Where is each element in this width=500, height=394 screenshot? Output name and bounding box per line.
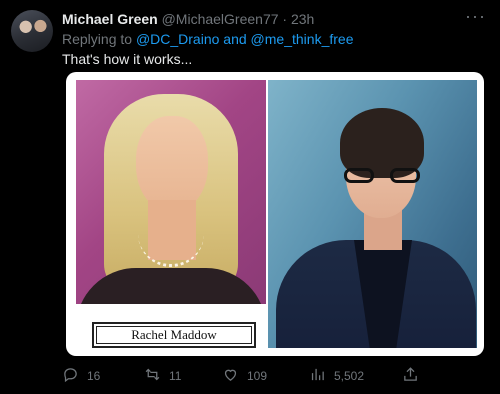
reply-mention-2[interactable]: @me_think_free: [251, 31, 354, 47]
author-name[interactable]: Michael Green: [62, 11, 158, 27]
retweet-button[interactable]: 11: [144, 366, 181, 386]
tweet-media[interactable]: Rachel Maddow: [66, 72, 484, 356]
tweet-header: Michael Green @MichaelGreen77 · 23h: [62, 11, 314, 27]
more-horizontal-icon[interactable]: ···: [465, 6, 486, 27]
avatar[interactable]: [11, 10, 53, 52]
reply-icon: [62, 366, 79, 386]
retweet-icon: [144, 366, 161, 386]
photo-glasses: [344, 168, 420, 184]
retweet-count: 11: [169, 369, 182, 383]
photo-face: [136, 116, 208, 212]
reply-and: and: [219, 31, 251, 47]
timestamp[interactable]: 23h: [291, 11, 314, 27]
views-count: 5,502: [334, 369, 365, 383]
reply-count: 16: [87, 369, 101, 383]
like-icon: [222, 366, 239, 386]
tweet-actions: 16 11 109 5,502: [62, 366, 482, 386]
reply-button[interactable]: 16: [62, 366, 100, 386]
like-button[interactable]: 109: [222, 366, 267, 386]
yearbook-photo: [76, 80, 266, 304]
like-count: 109: [247, 369, 268, 383]
share-button[interactable]: [402, 366, 419, 386]
replying-to: Replying to @DC_Draino and @me_think_fre…: [62, 31, 353, 47]
yearbook-caption: Rachel Maddow: [92, 322, 256, 348]
author-handle[interactable]: @MichaelGreen77: [162, 11, 279, 27]
photo-dress: [76, 268, 266, 304]
share-icon: [402, 366, 419, 386]
views-button[interactable]: 5,502: [309, 366, 364, 386]
views-icon: [309, 366, 326, 386]
portrait-photo: [268, 80, 477, 348]
tweet-text: That's how it works...: [62, 51, 193, 67]
tweet[interactable]: Michael Green @MichaelGreen77 · 23h ··· …: [0, 0, 500, 394]
reply-mention-1[interactable]: @DC_Draino: [136, 31, 219, 47]
separator: ·: [278, 11, 291, 27]
replying-prefix: Replying to: [62, 31, 136, 47]
